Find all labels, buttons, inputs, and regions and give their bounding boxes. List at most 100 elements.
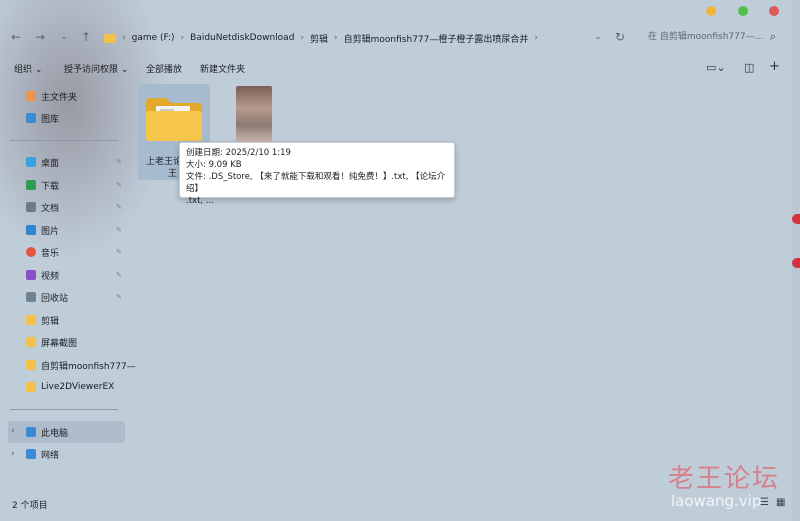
- pin-icon: ✎: [116, 293, 122, 301]
- chevron-right-icon: ›: [122, 33, 126, 43]
- pictures-icon: [26, 225, 36, 235]
- back-icon[interactable]: ←: [8, 29, 24, 45]
- navigation-pane: 主文件夹 图库 桌面 ✎ 下载 ✎ 文档 ✎ 图片 ✎ 音乐 ✎ 视频 ✎ 回收…: [0, 82, 136, 512]
- address-row: ← → ⌄ ↑ › game (F:) › BaiduNetdiskDownlo…: [0, 24, 792, 50]
- sidebar-item-label: 剪辑: [41, 316, 60, 327]
- sidebar-item-label: 自剪辑moonfish777—: [41, 361, 136, 372]
- sidebar-item-folder[interactable]: 屏幕截图: [26, 334, 77, 350]
- sidebar-item-folder[interactable]: Live2DViewerEX: [26, 379, 114, 395]
- new-folder-button[interactable]: 新建文件夹: [200, 62, 245, 75]
- sidebar-item-label: 下载: [41, 181, 60, 192]
- document-icon: [26, 202, 36, 212]
- up-icon[interactable]: ↑: [78, 29, 94, 45]
- file-name-line2: 王: [168, 169, 178, 179]
- tiles-view-icon[interactable]: ▦: [776, 497, 785, 508]
- search-input[interactable]: 在 自剪辑moonfish777—... ⌕: [640, 28, 780, 46]
- pin-icon: ✎: [116, 203, 122, 211]
- folder-icon: [26, 315, 36, 325]
- computer-icon: [26, 427, 36, 437]
- home-icon: [26, 91, 36, 101]
- heart-decoration: [792, 214, 800, 224]
- chevron-right-icon[interactable]: ›: [11, 426, 15, 436]
- tooltip-files-more: .txt, ...: [186, 196, 214, 206]
- pin-icon: ✎: [116, 181, 122, 189]
- file-tooltip: 创建日期: 2025/2/10 1:19 大小: 9.09 KB 文件: .DS…: [179, 142, 455, 206]
- forward-icon[interactable]: →: [32, 29, 48, 45]
- folder-icon: [104, 33, 116, 43]
- sidebar-item-this-pc[interactable]: 此电脑: [26, 424, 68, 440]
- watermark-url: laowang.vip: [671, 492, 762, 510]
- sidebar-item-label: 屏幕截图: [41, 338, 78, 349]
- folder-icon: [146, 98, 202, 141]
- sidebar-item-label: 图库: [41, 114, 60, 125]
- command-bar: 组织 ⌄ 授予访问权限 ⌄ 全部播放 新建文件夹 ▭⌄ ◫ +: [0, 58, 792, 80]
- breadcrumb-item[interactable]: game (F:): [132, 33, 175, 43]
- grant-access-button[interactable]: 授予访问权限 ⌄: [64, 62, 128, 75]
- chevron-right-icon: ›: [334, 33, 338, 43]
- sidebar-item-home[interactable]: 主文件夹: [26, 88, 77, 104]
- recent-chevron-icon[interactable]: ⌄: [56, 29, 72, 45]
- video-icon: [26, 270, 36, 280]
- divider: [10, 409, 118, 410]
- close-button[interactable]: [769, 6, 779, 16]
- pin-icon: ✎: [116, 248, 122, 256]
- search-icon[interactable]: ⌕: [770, 28, 776, 46]
- chevron-right-icon: ›: [534, 33, 538, 43]
- play-all-button[interactable]: 全部播放: [146, 62, 182, 75]
- recycle-bin-icon: [26, 292, 36, 302]
- sidebar-item-label: 视频: [41, 271, 60, 282]
- sidebar-item-downloads[interactable]: 下载 ✎: [26, 177, 122, 193]
- desktop-icon: [26, 157, 36, 167]
- music-icon: [26, 247, 36, 257]
- tooltip-size: 大小: 9.09 KB: [186, 160, 242, 170]
- minimize-button[interactable]: [706, 6, 716, 16]
- breadcrumb-item[interactable]: 剪辑: [310, 32, 328, 45]
- sidebar-item-label: 回收站: [41, 293, 69, 304]
- view-icon[interactable]: ▭⌄: [706, 61, 726, 74]
- chevron-right-icon[interactable]: ›: [11, 449, 15, 459]
- video-thumbnail[interactable]: [236, 86, 272, 142]
- sidebar-item-label: 文档: [41, 203, 60, 214]
- sidebar-item-folder[interactable]: 剪辑: [26, 312, 59, 328]
- search-placeholder: 在 自剪辑moonfish777—...: [648, 32, 764, 42]
- sidebar-item-desktop[interactable]: 桌面 ✎: [26, 154, 122, 170]
- sidebar-item-music[interactable]: 音乐 ✎: [26, 244, 122, 260]
- add-icon[interactable]: +: [769, 59, 780, 74]
- network-icon: [26, 449, 36, 459]
- sidebar-item-folder[interactable]: 自剪辑moonfish777—: [26, 357, 136, 373]
- chevron-right-icon: ›: [300, 33, 305, 43]
- details-pane-icon[interactable]: ◫: [744, 61, 754, 74]
- explorer-window: ← → ⌄ ↑ › game (F:) › BaiduNetdiskDownlo…: [0, 0, 792, 521]
- divider: [10, 140, 118, 141]
- sidebar-item-label: 网络: [41, 450, 60, 461]
- sidebar-item-documents[interactable]: 文档 ✎: [26, 199, 122, 215]
- item-count: 2 个项目: [12, 501, 48, 511]
- sidebar-item-label: 此电脑: [41, 428, 69, 439]
- sidebar-item-label: 主文件夹: [41, 92, 78, 103]
- sidebar-item-label: 桌面: [41, 158, 60, 169]
- breadcrumb[interactable]: › game (F:) › BaiduNetdiskDownload › 剪辑 …: [104, 30, 538, 46]
- breadcrumb-item[interactable]: 自剪辑moonfish777—橙子橙子露出喷尿合并: [344, 32, 529, 45]
- folder-icon: [26, 382, 36, 392]
- refresh-icon[interactable]: ↻: [612, 29, 628, 45]
- pin-icon: ✎: [116, 271, 122, 279]
- sidebar-item-videos[interactable]: 视频 ✎: [26, 267, 122, 283]
- watermark-cn: 老王论坛: [668, 464, 781, 494]
- download-icon: [26, 180, 36, 190]
- sidebar-item-label: Live2DViewerEX: [41, 382, 115, 392]
- sidebar-item-network[interactable]: 网络: [26, 446, 59, 462]
- heart-decoration: [792, 258, 800, 268]
- breadcrumb-item[interactable]: BaiduNetdiskDownload: [190, 33, 294, 43]
- folder-icon: [26, 360, 36, 370]
- tooltip-files: 文件: .DS_Store, 【来了就能下载和观看！纯免费！】.txt, 【论坛…: [186, 172, 446, 194]
- pin-icon: ✎: [116, 226, 122, 234]
- address-dropdown-icon[interactable]: ⌄: [590, 29, 606, 45]
- pin-icon: ✎: [116, 158, 122, 166]
- organize-button[interactable]: 组织 ⌄: [14, 62, 42, 75]
- sidebar-item-gallery[interactable]: 图库: [26, 110, 59, 126]
- gallery-icon: [26, 113, 36, 123]
- sidebar-item-label: 音乐: [41, 248, 60, 259]
- maximize-button[interactable]: [738, 6, 748, 16]
- sidebar-item-pictures[interactable]: 图片 ✎: [26, 222, 122, 238]
- sidebar-item-recycle-bin[interactable]: 回收站 ✎: [26, 289, 122, 305]
